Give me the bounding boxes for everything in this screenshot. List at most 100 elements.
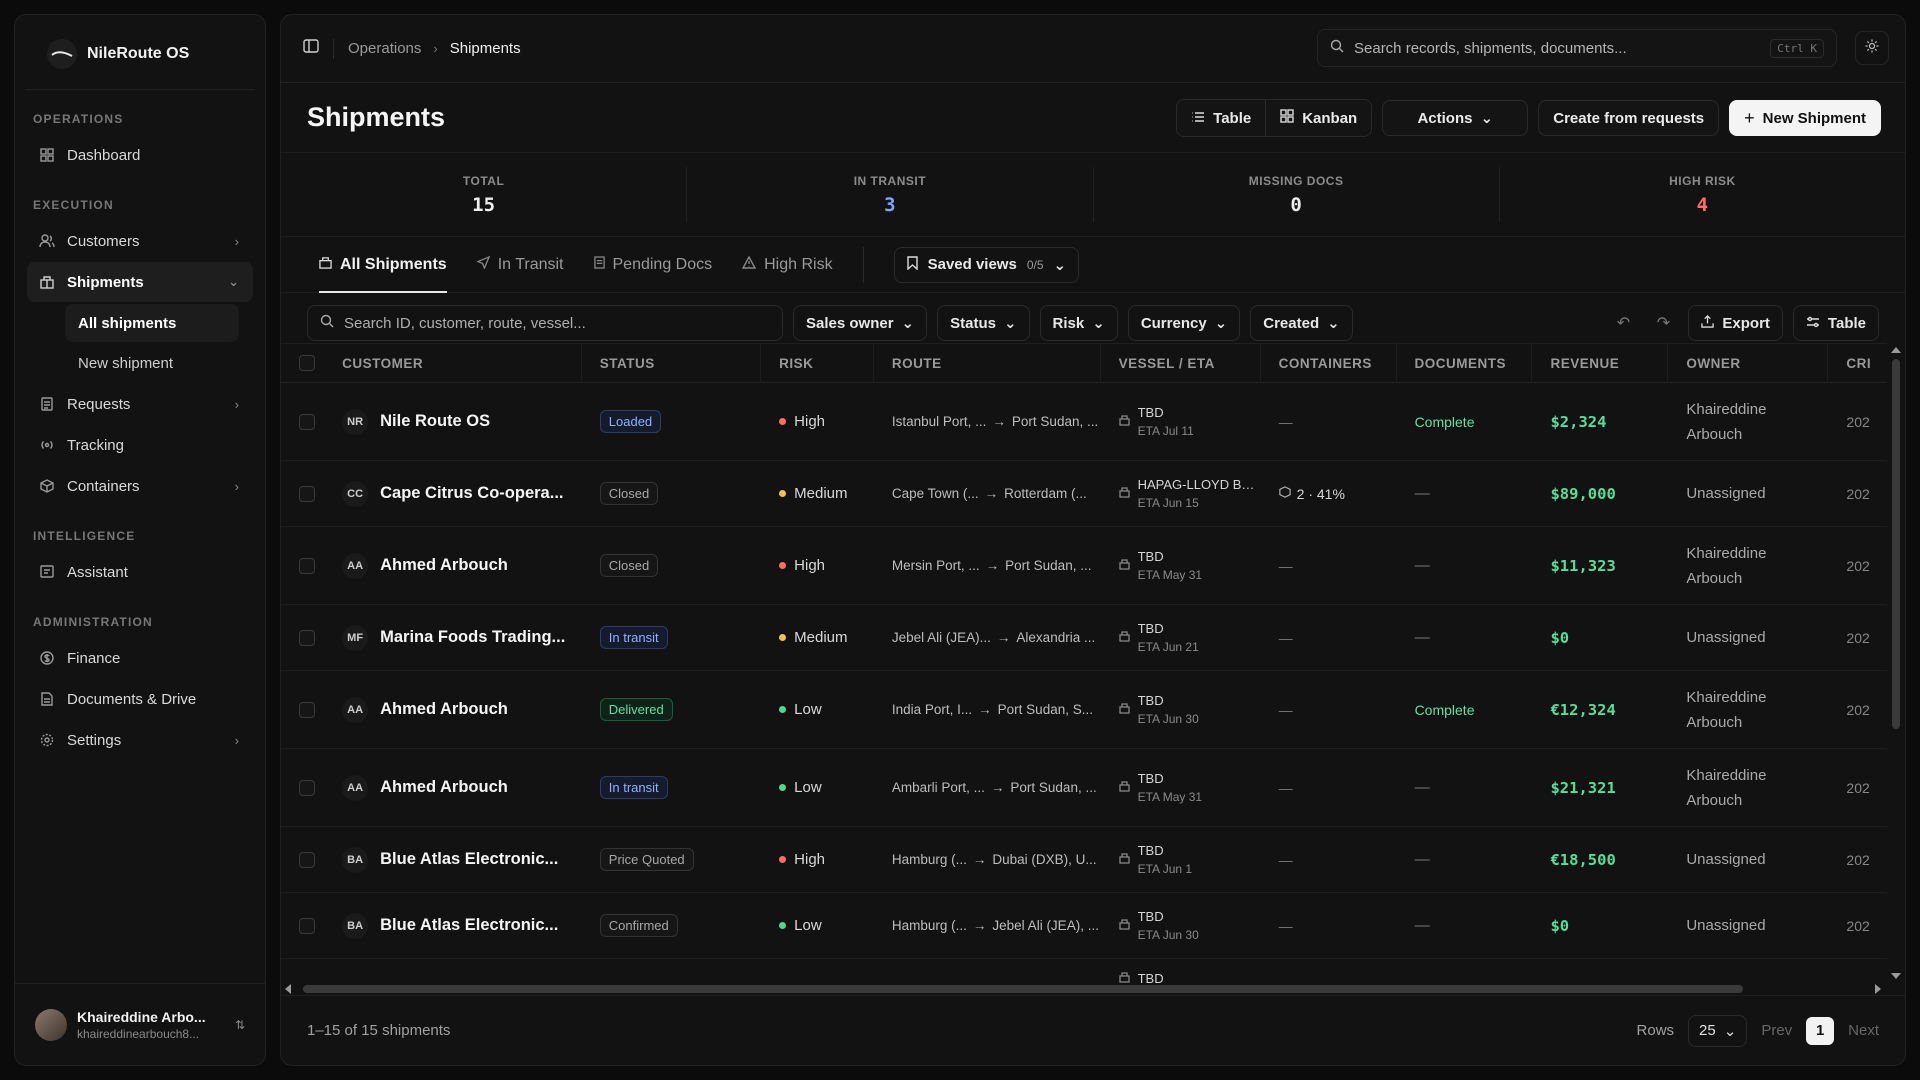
column-risk[interactable]: RISK <box>761 343 874 383</box>
containers-value: — <box>1278 779 1293 796</box>
chevron-down-icon: ⌄ <box>1214 315 1228 332</box>
column-customer[interactable]: CUSTOMER <box>324 343 582 383</box>
owner-cell: Khaireddine Arbouch <box>1668 749 1828 826</box>
table-row[interactable]: AA Ahmed Arbouch Closed High Mersin Port… <box>281 527 1887 605</box>
table-row[interactable]: TBD <box>281 959 1887 983</box>
chevron-down-icon: ⌄ <box>901 315 915 332</box>
vertical-scrollbar[interactable] <box>1887 343 1905 983</box>
table-row[interactable]: NR Nile Route OS Loaded High Istanbul Po… <box>281 383 1887 461</box>
theme-toggle-button[interactable] <box>1855 31 1889 65</box>
ship-icon <box>1118 779 1130 796</box>
column-containers[interactable]: CONTAINERS <box>1261 343 1397 383</box>
select-all-checkbox[interactable] <box>299 355 315 371</box>
customer-name[interactable]: Ahmed Arbouch <box>380 778 508 797</box>
column-status[interactable]: STATUS <box>582 343 762 383</box>
document-icon <box>593 255 605 274</box>
table-view-label: Table <box>1213 109 1252 127</box>
sidebar-item-customers[interactable]: Customers › <box>27 221 253 261</box>
user-menu[interactable]: Khaireddine Arbo... khaireddinearbouch8.… <box>15 983 265 1065</box>
redo-icon[interactable]: ↷ <box>1648 305 1678 341</box>
row-checkbox[interactable] <box>299 701 315 718</box>
export-button[interactable]: Export <box>1688 305 1783 341</box>
tab-in-transit[interactable]: In Transit <box>475 237 564 293</box>
table-settings-button[interactable]: Table <box>1792 305 1879 341</box>
customer-name[interactable]: Ahmed Arbouch <box>380 700 508 719</box>
sidebar-item-tracking[interactable]: Tracking <box>27 425 253 465</box>
risk-filter[interactable]: Risk ⌄ <box>1039 305 1118 341</box>
column-documents[interactable]: DOCUMENTS <box>1397 343 1533 383</box>
actions-dropdown[interactable]: Actions ⌄ <box>1382 100 1529 136</box>
customer-name[interactable]: Blue Atlas Electronic... <box>380 850 558 869</box>
sidebar-item-assistant[interactable]: Assistant <box>27 552 253 592</box>
table-row[interactable]: BA Blue Atlas Electronic... Price Quoted… <box>281 827 1887 893</box>
table-row[interactable]: CC Cape Citrus Co-opera... Closed Medium… <box>281 461 1887 527</box>
tab-all-shipments[interactable]: All Shipments <box>319 237 447 293</box>
table-view-button[interactable]: Table <box>1177 100 1266 136</box>
sidebar-subitem-all-shipments[interactable]: All shipments <box>65 304 239 342</box>
row-checkbox[interactable] <box>299 851 315 868</box>
section-execution: EXECUTION <box>33 198 114 212</box>
page-number-button[interactable]: 1 <box>1806 1016 1835 1045</box>
sidebar-item-settings[interactable]: Settings › <box>27 720 253 760</box>
sidebar-item-containers[interactable]: Containers › <box>27 466 253 506</box>
route-destination: Port Sudan, ... <box>1011 414 1099 429</box>
sidebar-item-finance[interactable]: Finance <box>27 638 253 678</box>
column-owner[interactable]: OWNER <box>1668 343 1829 383</box>
arrow-right-icon: → <box>996 630 1011 645</box>
column-created[interactable]: CRI <box>1828 343 1887 383</box>
vessel-name: TBD <box>1137 692 1164 708</box>
brand[interactable]: NileRoute OS <box>25 15 255 90</box>
row-checkbox[interactable] <box>299 629 315 646</box>
new-shipment-button[interactable]: + New Shipment <box>1729 100 1881 136</box>
next-page-button[interactable]: Next <box>1848 1022 1879 1039</box>
sales-owner-filter[interactable]: Sales owner ⌄ <box>793 305 928 341</box>
ship-icon <box>1118 701 1130 718</box>
upload-icon <box>1701 314 1715 332</box>
customer-name[interactable]: Ahmed Arbouch <box>380 556 508 575</box>
kanban-view-button[interactable]: Kanban <box>1265 100 1372 136</box>
row-checkbox[interactable] <box>299 557 315 574</box>
sidebar-subitem-new-shipment[interactable]: New shipment <box>65 344 239 382</box>
rows-per-page-select[interactable]: 25 ⌄ <box>1688 1014 1748 1047</box>
chevron-right-icon: › <box>234 233 239 249</box>
global-search-input[interactable]: Search records, shipments, documents... … <box>1317 29 1837 67</box>
create-from-requests-button[interactable]: Create from requests <box>1538 100 1720 136</box>
customer-name[interactable]: Blue Atlas Electronic... <box>380 916 558 935</box>
table-row[interactable]: AA Ahmed Arbouch Delivered Low India Por… <box>281 671 1887 749</box>
table-row[interactable]: BA Blue Atlas Electronic... Confirmed Lo… <box>281 893 1887 959</box>
column-revenue[interactable]: REVENUE <box>1532 343 1669 383</box>
sidebar-item-dashboard[interactable]: Dashboard <box>27 135 253 175</box>
sidebar-toggle-icon[interactable] <box>303 38 319 59</box>
undo-icon[interactable]: ↶ <box>1608 305 1638 341</box>
tab-pending-docs[interactable]: Pending Docs <box>593 237 712 293</box>
risk-level: Low <box>794 701 822 718</box>
global-search-placeholder: Search records, shipments, documents... <box>1354 39 1627 57</box>
vessel-eta: ETA Jul 11 <box>1137 423 1194 438</box>
tab-high-risk[interactable]: High Risk <box>741 237 833 293</box>
sidebar-item-documents[interactable]: Documents & Drive <box>27 679 253 719</box>
customer-name[interactable]: Nile Route OS <box>380 412 490 431</box>
column-route[interactable]: ROUTE <box>874 343 1101 383</box>
column-vessel[interactable]: VESSEL / ETA <box>1101 343 1261 383</box>
row-checkbox[interactable] <box>299 485 315 502</box>
table-row[interactable]: AA Ahmed Arbouch In transit Low Ambarli … <box>281 749 1887 827</box>
risk-cell: High <box>761 383 874 460</box>
currency-filter[interactable]: Currency ⌄ <box>1127 305 1241 341</box>
status-filter[interactable]: Status ⌄ <box>937 305 1030 341</box>
row-checkbox[interactable] <box>299 413 315 430</box>
risk-cell: High <box>761 527 874 604</box>
created-filter[interactable]: Created ⌄ <box>1250 305 1353 341</box>
prev-page-button[interactable]: Prev <box>1761 1022 1792 1039</box>
containers-value: — <box>1278 917 1293 934</box>
table-row[interactable]: MF Marina Foods Trading... In transit Me… <box>281 605 1887 671</box>
row-checkbox[interactable] <box>299 779 315 796</box>
sidebar-item-requests[interactable]: Requests › <box>27 384 253 424</box>
sidebar-item-shipments[interactable]: Shipments ⌄ <box>27 262 253 302</box>
breadcrumb-operations[interactable]: Operations <box>348 40 421 57</box>
table-search-input[interactable]: Search ID, customer, route, vessel... <box>307 305 783 341</box>
customer-name[interactable]: Marina Foods Trading... <box>380 628 565 647</box>
row-checkbox[interactable] <box>299 917 315 934</box>
bookmark-icon <box>906 255 918 274</box>
saved-views-dropdown[interactable]: Saved views 0/5 ⌄ <box>893 246 1080 283</box>
customer-name[interactable]: Cape Citrus Co-opera... <box>380 484 563 503</box>
